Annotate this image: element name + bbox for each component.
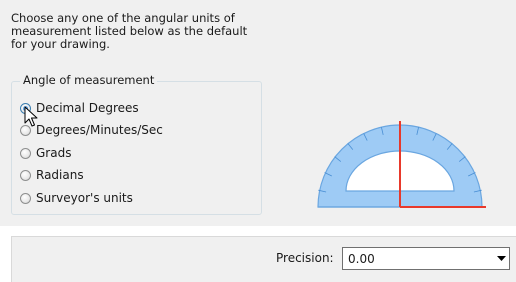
- instructions-text: Choose any one of the angular units of m…: [11, 12, 261, 51]
- radio-label: Surveyor's units: [36, 191, 133, 205]
- radio-label: Decimal Degrees: [36, 101, 139, 115]
- precision-label: Precision:: [276, 251, 334, 265]
- protractor-icon: [317, 121, 486, 208]
- radio-button[interactable]: [20, 147, 31, 159]
- radio-grads[interactable]: Grads: [20, 145, 71, 161]
- instructions-line-3: for your drawing.: [11, 37, 110, 51]
- radio-button[interactable]: [20, 192, 31, 204]
- radio-degrees-minutes-sec[interactable]: Degrees/Minutes/Sec: [20, 122, 163, 138]
- radio-label: Radians: [36, 168, 84, 182]
- radio-button[interactable]: [20, 124, 31, 136]
- radio-label: Degrees/Minutes/Sec: [36, 123, 163, 137]
- group-legend: Angle of measurement: [20, 73, 158, 87]
- precision-dropdown[interactable]: 0.00: [342, 247, 510, 270]
- radio-label: Grads: [36, 146, 72, 160]
- radio-button-checked[interactable]: [20, 102, 31, 114]
- radio-surveyors-units[interactable]: Surveyor's units: [20, 190, 133, 206]
- precision-value: 0.00: [348, 251, 375, 266]
- radio-radians[interactable]: Radians: [20, 167, 84, 183]
- radio-button[interactable]: [20, 169, 31, 181]
- chevron-down-icon[interactable]: [493, 248, 509, 269]
- radio-decimal-degrees[interactable]: Decimal Degrees: [20, 100, 139, 116]
